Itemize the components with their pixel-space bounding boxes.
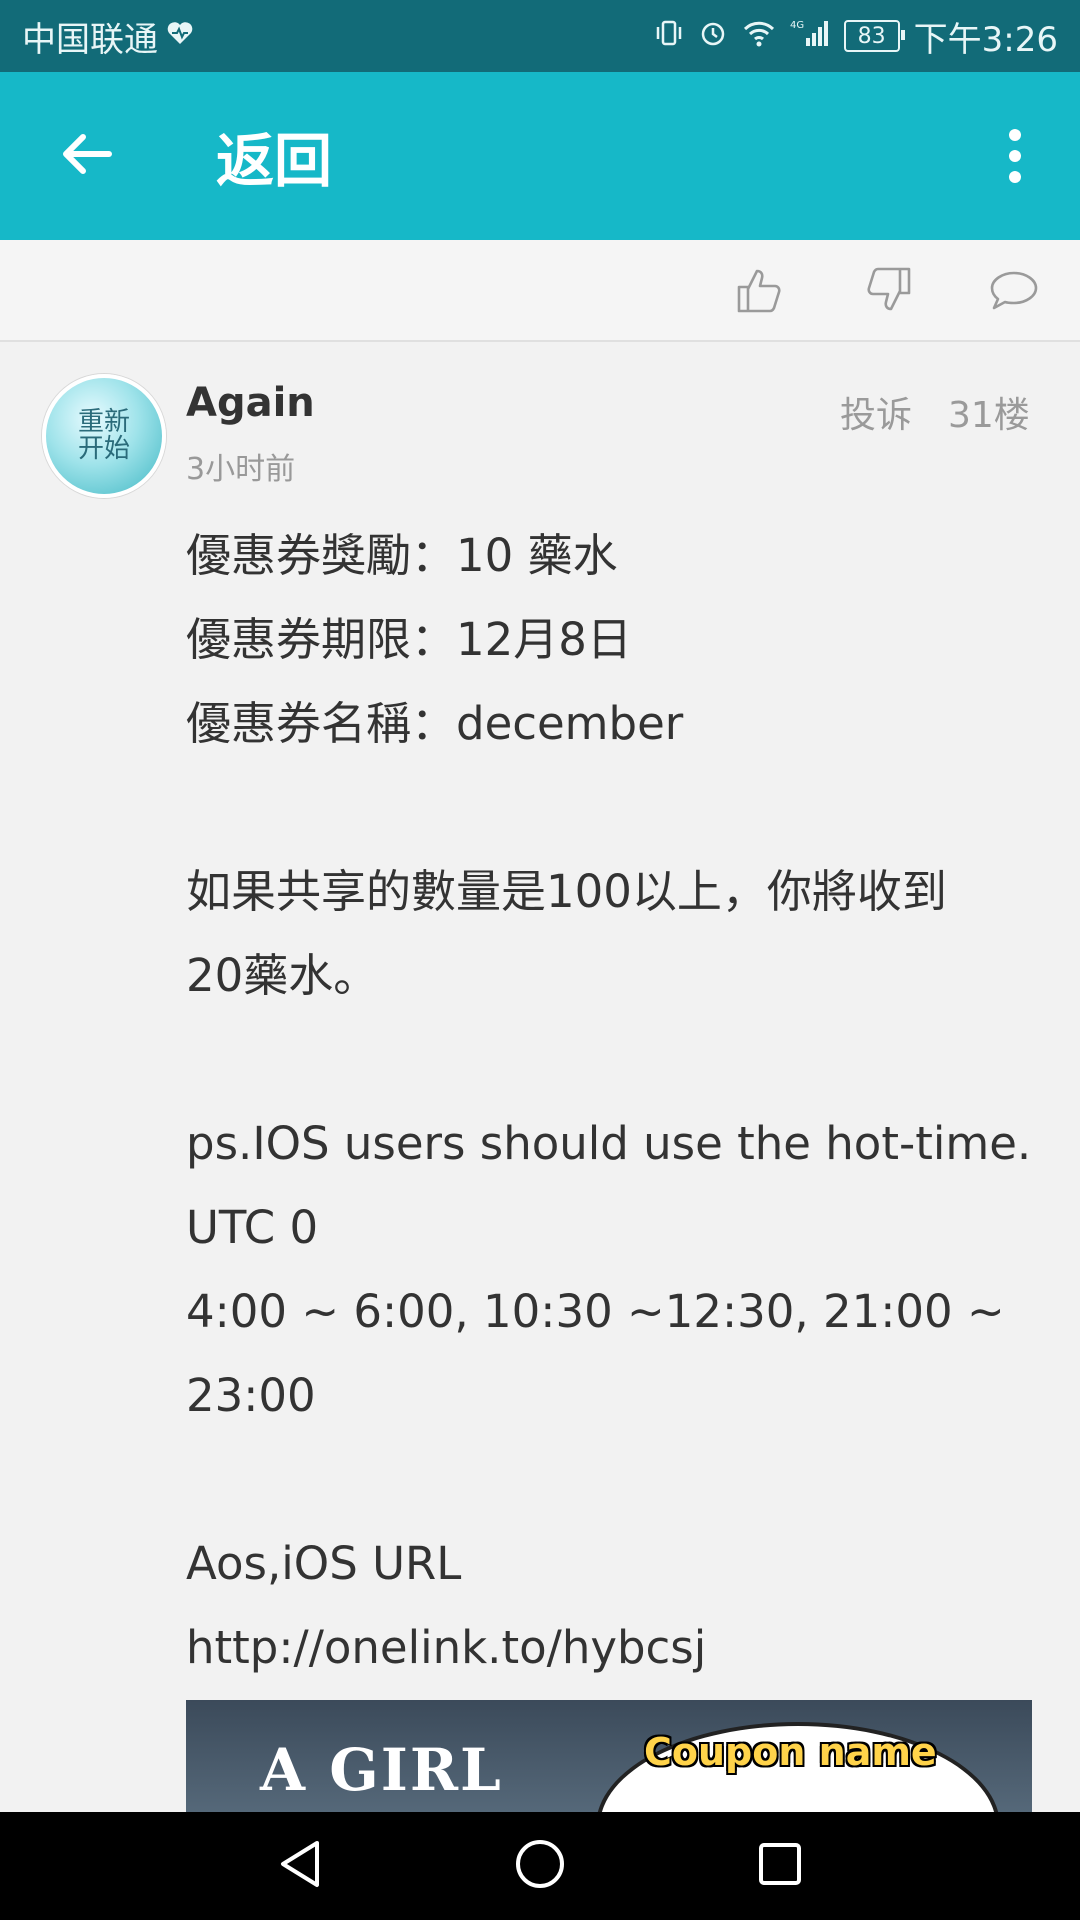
nav-home-button[interactable] bbox=[510, 1836, 570, 1896]
square-recents-icon bbox=[755, 1839, 805, 1893]
content-blank-line bbox=[186, 766, 1036, 850]
alarm-icon bbox=[698, 18, 728, 54]
svg-text:4G: 4G bbox=[790, 20, 804, 31]
avatar-image-text: 重新 开始 bbox=[77, 406, 130, 464]
more-options-button[interactable] bbox=[990, 116, 1040, 196]
comment-icon bbox=[988, 267, 1040, 317]
content-line: 4:00 ~ 6:00, 10:30 ~12:30, 21:00 ~ bbox=[186, 1285, 1005, 1338]
vibrate-icon bbox=[654, 18, 684, 54]
post-action-row bbox=[0, 240, 1080, 342]
content-line: 23:00 bbox=[186, 1369, 316, 1422]
nav-recents-button[interactable] bbox=[750, 1836, 810, 1896]
more-vert-dot bbox=[1009, 171, 1021, 183]
system-nav-bar bbox=[0, 1812, 1080, 1920]
content-line: Aos,iOS URL bbox=[186, 1537, 462, 1590]
content-line: 如果共享的數量是100以上，你將收到 bbox=[186, 865, 947, 918]
image-title-text: A GIRL bbox=[260, 1736, 503, 1804]
post-timestamp: 3小时前 bbox=[186, 452, 296, 487]
post-content: 優惠券獎勵：10 藥水 優惠券期限：12月8日 優惠券名稱：december 如果共享… bbox=[186, 514, 1036, 1690]
signal-4g-icon: 4G bbox=[790, 18, 830, 54]
content-blank-line bbox=[186, 1438, 1036, 1522]
back-button[interactable] bbox=[52, 121, 122, 191]
content-line: 優惠券期限：12月8日 bbox=[186, 613, 632, 666]
content-blank-line bbox=[186, 1018, 1036, 1102]
circle-home-icon bbox=[513, 1837, 567, 1895]
content-line[interactable]: http://onelink.to/hybcsj bbox=[186, 1606, 1036, 1690]
carrier-label: 中国联通 bbox=[22, 19, 158, 60]
content-line: ps.IOS users should use the hot-time. bbox=[186, 1117, 1032, 1170]
thumbs-up-icon bbox=[735, 265, 785, 319]
dislike-button[interactable] bbox=[856, 260, 920, 324]
heart-health-icon bbox=[166, 20, 194, 52]
content-line: UTC 0 bbox=[186, 1201, 319, 1254]
content-line: 優惠券獎勵：10 藥水 bbox=[186, 529, 618, 582]
more-vert-dot bbox=[1009, 150, 1021, 162]
like-button[interactable] bbox=[728, 260, 792, 324]
post-username[interactable]: Again bbox=[186, 380, 315, 426]
wifi-icon bbox=[742, 19, 776, 53]
triangle-back-icon bbox=[275, 1837, 325, 1895]
arrow-left-icon bbox=[59, 130, 115, 182]
comment-button[interactable] bbox=[982, 260, 1046, 324]
content-line: 優惠券名稱：december bbox=[186, 697, 684, 750]
status-left: 中国联通 bbox=[22, 12, 194, 61]
report-button[interactable]: 投诉 bbox=[840, 386, 912, 438]
thumbs-down-icon bbox=[863, 265, 913, 319]
post-image[interactable]: A GIRL Coupon name bbox=[186, 1700, 1032, 1812]
status-bar: 中国联通 4G 83 下午3:26 bbox=[0, 0, 1080, 72]
battery-indicator: 83 bbox=[843, 20, 905, 52]
content-line: 20藥水。 bbox=[186, 949, 379, 1002]
status-time: 下午3:26 bbox=[913, 19, 1058, 60]
nav-back-button[interactable] bbox=[270, 1836, 330, 1896]
floor-number: 31楼 bbox=[948, 395, 1030, 436]
app-bar: 返回 bbox=[0, 72, 1080, 240]
image-coupon-label: Coupon name bbox=[644, 1730, 937, 1774]
more-vert-icon bbox=[1009, 129, 1021, 141]
avatar[interactable]: 重新 开始 bbox=[42, 374, 166, 498]
status-right: 4G 83 下午3:26 bbox=[654, 12, 1058, 61]
page-title: 返回 bbox=[216, 127, 333, 195]
